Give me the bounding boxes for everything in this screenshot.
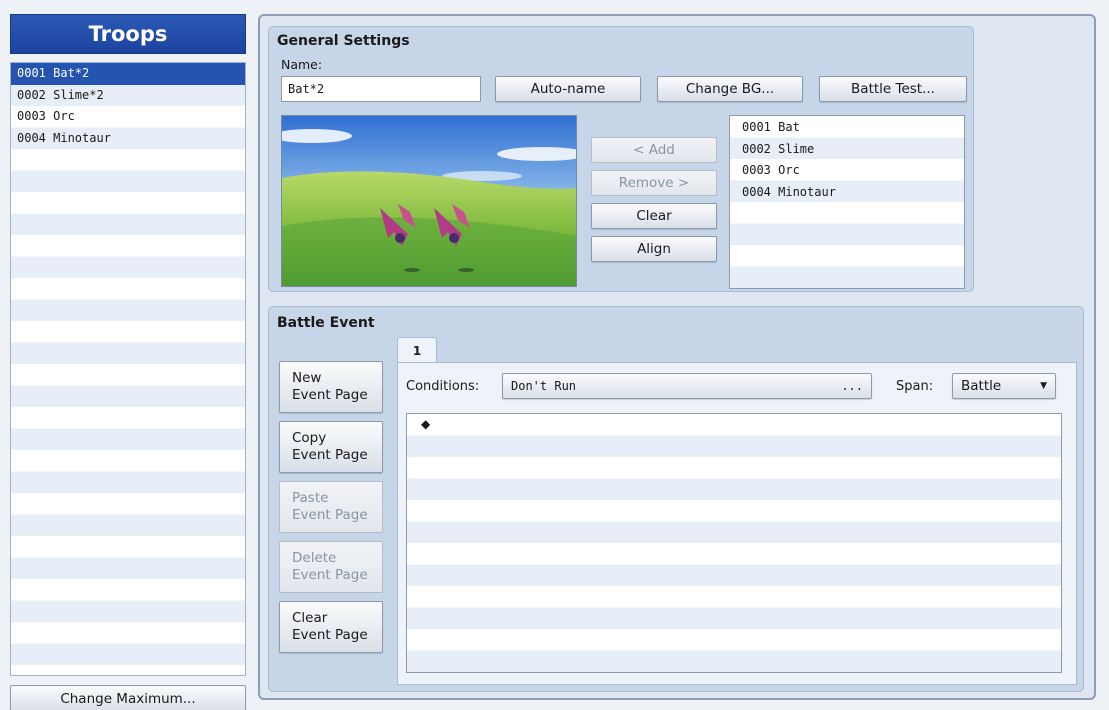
span-select[interactable]: Battle ▼ [952, 373, 1056, 399]
tab-event-page-1[interactable]: 1 [397, 337, 437, 363]
name-label: Name: [281, 57, 323, 72]
button-label: Event Page [292, 507, 368, 523]
enemy-list-item[interactable]: 0001 Bat [730, 117, 964, 139]
enemy-list[interactable]: 0001 Bat 0002 Slime 0003 Orc 0004 Minota… [729, 115, 965, 289]
auto-name-button[interactable]: Auto-name [495, 76, 641, 102]
paste-event-page-button[interactable]: Paste Event Page [279, 481, 383, 533]
dropdown-arrow-icon: ▼ [1040, 381, 1047, 391]
add-enemy-button[interactable]: < Add [591, 137, 717, 163]
change-maximum-button[interactable]: Change Maximum... [10, 685, 246, 710]
command-row[interactable]: ◆ [407, 414, 1061, 436]
align-enemies-button[interactable]: Align [591, 236, 717, 262]
battle-background-preview[interactable] [281, 115, 577, 287]
battle-test-button[interactable]: Battle Test... [819, 76, 967, 102]
enemy-list-item[interactable]: 0004 Minotaur [730, 182, 964, 204]
troop-list-item[interactable]: 0001 Bat*2 [11, 63, 245, 85]
button-label: Event Page [292, 387, 368, 403]
copy-event-page-button[interactable]: Copy Event Page [279, 421, 383, 473]
button-label: Event Page [292, 567, 368, 583]
span-label: Span: [896, 379, 934, 394]
conditions-label: Conditions: [406, 379, 480, 394]
troop-list-item[interactable]: 0002 Slime*2 [11, 85, 245, 107]
conditions-value: Don't Run [511, 379, 577, 393]
change-bg-button[interactable]: Change BG... [657, 76, 803, 102]
clear-enemies-button[interactable]: Clear [591, 203, 717, 229]
troop-editor-panel: General Settings Name: Bat*2 Auto-name C… [258, 14, 1096, 700]
clear-event-page-button[interactable]: Clear Event Page [279, 601, 383, 653]
troop-list-item[interactable]: 0004 Minotaur [11, 128, 245, 150]
name-input[interactable]: Bat*2 [281, 76, 481, 102]
button-label: Event Page [292, 447, 368, 463]
delete-event-page-button[interactable]: Delete Event Page [279, 541, 383, 593]
button-label: Copy [292, 430, 327, 447]
enemy-list-item[interactable]: 0002 Slime [730, 139, 964, 161]
conditions-field[interactable]: Don't Run ... [502, 373, 872, 399]
general-settings-title: General Settings [277, 33, 410, 49]
battle-event-title: Battle Event [277, 315, 375, 331]
battle-event-section: Battle Event New Event Page Copy Event Pag… [268, 306, 1084, 692]
button-label: New [292, 370, 322, 387]
ellipsis-icon: ... [841, 379, 863, 393]
span-value: Battle [961, 378, 1002, 394]
enemy-list-item[interactable]: 0003 Orc [730, 160, 964, 182]
troop-list-item[interactable]: 0003 Orc [11, 106, 245, 128]
troops-title: Troops [10, 14, 246, 54]
remove-enemy-button[interactable]: Remove > [591, 170, 717, 196]
new-event-page-button[interactable]: New Event Page [279, 361, 383, 413]
event-page-content: Conditions: Don't Run ... Span: Battle ▼… [397, 362, 1077, 685]
diamond-icon: ◆ [421, 417, 431, 431]
troop-list[interactable]: 0001 Bat*2 0002 Slime*2 0003 Orc 0004 Mi… [10, 62, 246, 676]
event-command-list[interactable]: ◆ [406, 413, 1062, 673]
button-label: Paste [292, 490, 329, 507]
troops-panel: Troops 0001 Bat*2 0002 Slime*2 0003 Orc … [8, 12, 248, 710]
button-label: Clear [292, 610, 328, 627]
battleback-image [282, 116, 576, 286]
general-settings-section: General Settings Name: Bat*2 Auto-name C… [268, 26, 974, 292]
button-label: Event Page [292, 627, 368, 643]
button-label: Delete [292, 550, 337, 567]
